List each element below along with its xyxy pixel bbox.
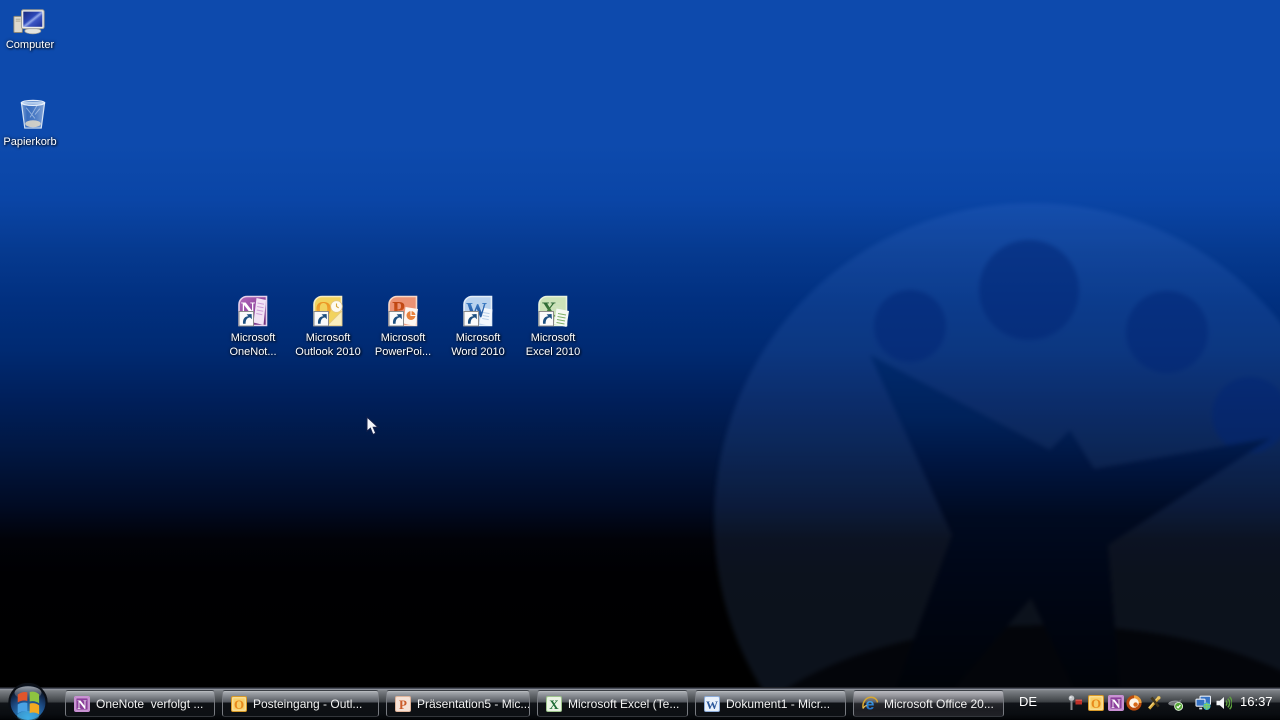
svg-text:O: O xyxy=(1091,696,1101,711)
svg-text:O: O xyxy=(234,697,244,712)
svg-text:N: N xyxy=(1111,696,1121,711)
svg-text:P: P xyxy=(399,697,407,712)
svg-text:X: X xyxy=(549,697,559,712)
svg-text:W: W xyxy=(706,698,718,712)
svg-text:N: N xyxy=(77,697,87,712)
